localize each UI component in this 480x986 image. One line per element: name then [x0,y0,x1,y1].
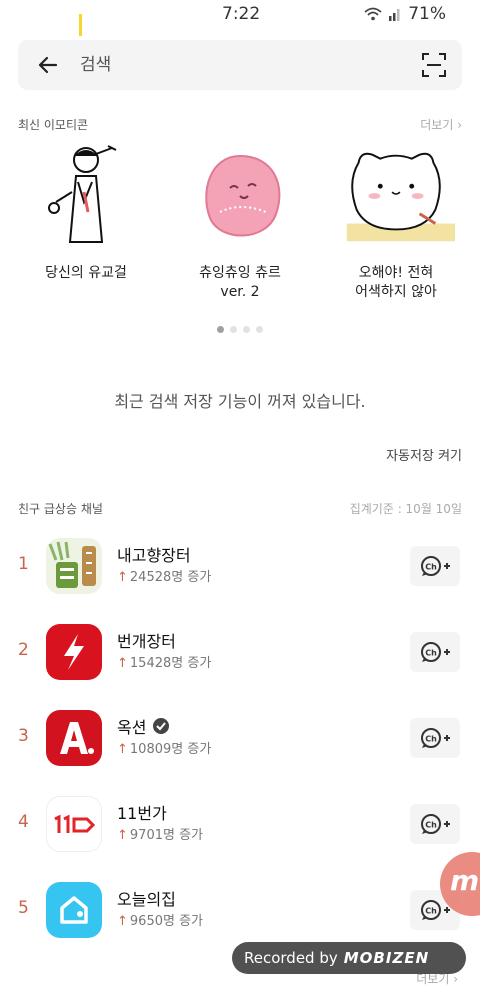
channel-name: 11번가 [117,804,167,823]
emoticon-name-line1: 오해야! 전혀 [358,265,434,281]
channel-row[interactable]: 2 번개장터 ↑ 15428명 증가 Ch [0,622,480,682]
trending-channels-title: 친구 급상승 채널 [18,502,103,516]
scan-icon[interactable] [422,53,446,77]
channel-growth: ↑ 15428명 증가 [117,652,211,671]
emoticon-name: 츄잉츄잉 츄르 ver. 2 [170,264,310,302]
svg-text:Ch: Ch [425,821,437,830]
channel-logo [46,624,102,680]
channel-row[interactable]: 5 오늘의집 ↑ 9650명 증가 Ch [0,880,480,940]
up-arrow-icon: ↑ [117,828,128,843]
up-arrow-icon: ↑ [117,742,128,757]
channel-logo [46,796,102,852]
recorded-by-text: Recorded by [244,949,338,967]
channel-growth: ↑ 24528명 증가 [117,566,211,585]
add-channel-button[interactable]: Ch [410,718,460,758]
search-history-off-notice: 최근 검색 저장 기능이 꺼져 있습니다. [114,392,366,411]
svg-text:Ch: Ch [425,907,437,916]
channel-growth-text: 10809명 증가 [129,742,212,757]
carousel-pagination [217,326,263,333]
channel-logo [46,882,102,938]
channel-add-icon: Ch [421,814,450,834]
emoticon-art-ohaeya [346,152,455,242]
add-channel-button[interactable]: Ch [410,546,460,586]
up-arrow-icon: ↑ [117,656,128,671]
emoticon-name-line2: ver. 2 [220,284,260,300]
channel-rank: 2 [18,640,29,660]
channel-growth-text: 24528명 증가 [129,570,212,585]
channel-rank: 1 [18,554,29,574]
add-channel-button[interactable]: Ch [410,632,460,672]
channel-add-icon: Ch [421,556,450,576]
channel-name: 번개장터 [117,632,176,651]
add-channel-button[interactable]: Ch [410,804,460,844]
up-arrow-icon: ↑ [117,914,128,929]
channel-logo [46,710,102,766]
svg-text:Ch: Ch [425,649,437,658]
channel-rank: 5 [18,898,29,918]
pagination-dot-active[interactable] [217,326,224,333]
autosave-toggle-link[interactable]: 자동저장 켜기 [386,445,462,464]
emoticon-name: 당신의 유교걸 [16,264,156,283]
bottom-more-label: 더보기 [416,972,450,986]
eleven-street-logo-icon [54,814,96,833]
channel-row[interactable]: 3 옥션 ↑ 10809명 증가 Ch [0,708,480,768]
channel-growth-text: 9650명 증가 [129,914,204,929]
emoticon-art-chuing-chur [205,154,281,237]
channel-name: 옥션 [117,714,170,738]
channel-growth: ↑ 9701명 증가 [117,824,203,843]
back-arrow-icon[interactable] [34,51,62,79]
svg-text:Ch: Ch [425,735,437,744]
channel-rank: 3 [18,726,29,746]
search-input[interactable] [80,52,380,78]
channel-growth-text: 9701명 증가 [129,828,204,843]
emoticon-name-line2: 어색하지 않아 [355,284,437,300]
mobizen-brand-text: MOBIZEN [343,949,430,967]
emoticon-item[interactable]: 당신의 유교걸 [16,142,156,283]
auction-a-logo-icon [60,722,94,754]
emoticon-name-line1: 당신의 유교걸 [45,265,127,281]
emoticon-name-line1: 츄잉츄잉 츄르 [199,265,281,281]
channel-logo [46,538,102,594]
emoticon-art-yugyo-girl [48,145,117,243]
channel-name: 내고향장터 [117,546,191,565]
channel-growth-text: 15428명 증가 [129,656,212,671]
pagination-dot[interactable] [230,326,237,333]
pagination-dot[interactable] [256,326,263,333]
more-link-label: 더보기 [420,118,454,132]
channel-row[interactable]: 1 내고향장터 ↑ 24528명 증가 Ch [0,536,480,596]
emoticon-item[interactable]: 츄잉츄잉 츄르 ver. 2 [170,142,310,302]
signal-icon [389,9,400,21]
recording-watermark: Recorded by MOBIZEN [232,942,466,974]
channel-add-icon: Ch [421,728,450,748]
emoticon-name: 오해야! 전혀 어색하지 않아 [326,264,466,302]
channel-rank: 4 [18,812,29,832]
status-time: 7:22 [222,4,261,24]
channel-name-text: 옥션 [117,718,147,737]
lightning-bolt-icon [64,634,84,670]
pagination-dot[interactable] [243,326,250,333]
channel-growth: ↑ 9650명 증가 [117,910,203,929]
status-bar: 7:22 71% [0,0,480,30]
channel-growth: ↑ 10809명 증가 [117,738,211,757]
trending-channels-basis: 집계기준 : 10월 10일 [349,502,462,516]
naegohyang-logo-icon [46,538,102,594]
battery-level: 71% [408,4,446,24]
mobizen-floating-letter: m [450,864,480,897]
svg-text:Ch: Ch [425,563,437,572]
status-icons: 71% [364,4,446,24]
emoticon-item[interactable]: 오해야! 전혀 어색하지 않아 [326,142,466,302]
channel-add-icon: Ch [421,642,450,662]
channel-row[interactable]: 4 11번가 ↑ 9701명 증가 Ch [0,794,480,854]
wifi-icon [364,7,382,21]
verified-badge-icon [153,718,170,734]
house-icon [60,896,88,924]
recent-emoticons-title: 최신 이모티콘 [18,118,89,132]
recent-emoticons-more-link[interactable]: 더보기 › [420,116,462,133]
channel-name: 오늘의집 [117,890,176,909]
up-arrow-icon: ↑ [117,570,128,585]
text-cursor [79,14,82,36]
search-bar [18,40,462,90]
